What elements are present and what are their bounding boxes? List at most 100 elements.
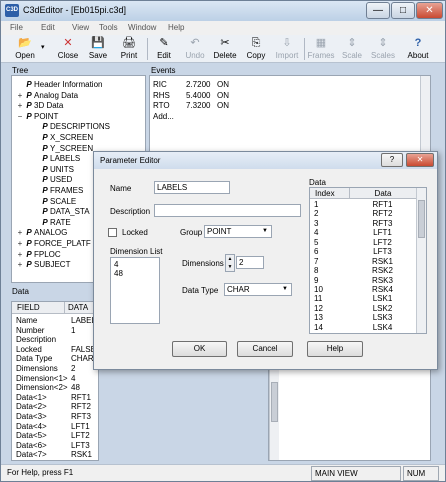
locked-label: Locked	[122, 228, 148, 237]
expand-toggle-icon[interactable]: +	[16, 250, 24, 261]
undo-icon: ↶	[190, 37, 200, 49]
import-icon: ⇩	[282, 37, 292, 49]
expand-toggle-icon[interactable]: +	[16, 101, 24, 112]
dimensions-field[interactable]: 2	[236, 256, 264, 269]
group-select[interactable]: POINT ▼	[204, 225, 272, 238]
data-grid-header: FIELD DATA	[12, 302, 98, 314]
data-column-header[interactable]: Data	[349, 188, 416, 199]
menu-edit[interactable]: Edit	[41, 23, 55, 32]
parameter-icon: P	[26, 228, 32, 238]
dialog-data-row[interactable]: 6 LFT3	[310, 247, 416, 256]
copy-label: Copy	[246, 51, 266, 60]
expand-toggle-icon[interactable]: +	[16, 260, 24, 271]
delete-button[interactable]: ✂ Delete	[210, 36, 240, 62]
expand-toggle-icon[interactable]: +	[16, 228, 24, 239]
data-type-select[interactable]: CHAR ▼	[224, 283, 292, 296]
index-cell: 13	[314, 313, 323, 323]
dialog-data-row[interactable]: 10 RSK4	[310, 285, 416, 294]
tree-item[interactable]: P X_SCREEN	[16, 133, 141, 144]
menu-window[interactable]: Window	[128, 23, 156, 32]
dialog-data-row[interactable]: 2 RFT2	[310, 209, 416, 218]
event-time: 2.7200	[186, 80, 211, 89]
tree-item[interactable]: P DESCRIPTIONS	[16, 122, 141, 133]
field-cell: Name	[16, 316, 38, 325]
save-button[interactable]: 💾 Save	[83, 36, 113, 62]
expand-toggle-icon[interactable]: +	[16, 239, 24, 250]
dialog-data-row[interactable]: 14 LSK4	[310, 323, 416, 332]
menu-file[interactable]: File	[10, 23, 23, 32]
dialog-title-bar[interactable]: Parameter Editor ? ✕	[94, 152, 437, 169]
ok-button[interactable]: OK	[172, 341, 227, 357]
index-cell: 3	[314, 218, 319, 228]
data-column-header[interactable]: DATA	[64, 302, 88, 314]
parameter-icon: P	[26, 101, 32, 111]
close-window-button[interactable]: ✕	[416, 2, 443, 19]
dialog-data-row[interactable]: 3 RFT3	[310, 219, 416, 228]
locked-checkbox[interactable]	[108, 228, 117, 237]
index-column-header[interactable]: Index	[315, 189, 335, 198]
import-label: Import	[275, 51, 299, 60]
menu-help[interactable]: Help	[168, 23, 184, 32]
dimension-list[interactable]: 4 48	[110, 257, 160, 324]
import-button[interactable]: ⇩ Import	[272, 36, 302, 62]
tree-item-label: RATE	[50, 217, 71, 227]
pencil-icon: ✎	[159, 37, 169, 49]
maximize-button[interactable]: □	[391, 2, 415, 19]
expand-toggle-icon[interactable]: +	[16, 91, 24, 102]
copy-button[interactable]: ⎘ Copy	[241, 36, 271, 62]
tree-item[interactable]: − P POINT	[16, 112, 141, 123]
dialog-data-row[interactable]: 9 RSK3	[310, 276, 416, 285]
dialog-data-row[interactable]: 11 LSK1	[310, 294, 416, 303]
dialog-close-button[interactable]: ✕	[406, 153, 434, 167]
open-button[interactable]: 📂 Open	[10, 36, 40, 62]
dialog-data-row[interactable]: 12 LSK2	[310, 304, 416, 313]
dialog-data-row[interactable]: 5 LFT2	[310, 238, 416, 247]
field-column-header[interactable]: FIELD	[17, 303, 40, 312]
title-bar[interactable]: C3D C3dEditor - [Eb015pi.c3d] — □ ✕	[1, 1, 445, 21]
tree-item-label: LABELS	[50, 154, 81, 164]
about-button[interactable]: ? About	[403, 36, 433, 62]
menu-tools[interactable]: Tools	[99, 23, 118, 32]
scales-button[interactable]: ⇕ Scales	[368, 36, 398, 62]
minimize-button[interactable]: —	[366, 2, 390, 19]
tree-item-label: 3D Data	[34, 101, 64, 111]
data-cell: LFT1	[71, 421, 90, 431]
close-icon: ✕	[63, 37, 73, 49]
dialog-data-row[interactable]: 8 RSK2	[310, 266, 416, 275]
expand-toggle-icon[interactable]: −	[16, 112, 24, 123]
menu-view[interactable]: View	[72, 23, 89, 32]
dimension-list-item[interactable]: 4	[114, 260, 156, 269]
cancel-button[interactable]: Cancel	[237, 341, 293, 357]
dialog-data-row[interactable]: 4 LFT1	[310, 228, 416, 237]
dialog-help-button[interactable]: ?	[381, 153, 403, 167]
status-num: NUM	[403, 466, 439, 481]
name-field[interactable]: LABELS	[154, 181, 230, 194]
undo-button[interactable]: ↶ Undo	[180, 36, 210, 62]
toolbar: 📂 Open ▾ ✕ Close 💾 Save 🖨 Print ✎ Edit ↶ Undo …	[1, 35, 445, 63]
help-icon: ?	[414, 37, 422, 49]
scroll-thumb[interactable]	[418, 200, 425, 238]
edit-button[interactable]: ✎ Edit	[149, 36, 179, 62]
index-cell: 14	[314, 322, 323, 332]
close-file-button[interactable]: ✕ Close	[53, 36, 83, 62]
open-dropdown-arrow-icon[interactable]: ▾	[41, 43, 45, 51]
print-button[interactable]: 🖨 Print	[114, 36, 144, 62]
help-button[interactable]: Help	[307, 341, 363, 357]
field-cell: Data<2>	[16, 402, 47, 412]
parameter-icon: P	[42, 143, 48, 153]
dialog-data-row[interactable]: 7 RSK1	[310, 257, 416, 266]
description-field[interactable]	[154, 204, 301, 217]
dimension-list-item[interactable]: 48	[114, 269, 156, 278]
scroll-thumb[interactable]	[271, 382, 278, 422]
dialog-data-table: Index Data 1 RFT1 2 RFT2 3 RFT3 4 LFT1 5 LFT2 6 LFT…	[309, 187, 427, 334]
dimensions-spinner[interactable]: ▲ ▼	[225, 254, 235, 272]
data-cell: 48	[71, 383, 80, 393]
dialog-data-row[interactable]: 1 RFT1	[310, 200, 416, 209]
dialog-data-scrollbar[interactable]	[416, 188, 426, 333]
frames-button[interactable]: ▦ Frames	[306, 36, 336, 62]
tree-item[interactable]: + P Analog Data	[16, 91, 141, 102]
tree-item[interactable]: + P 3D Data	[16, 101, 141, 112]
tree-item[interactable]: P Header Information	[16, 80, 141, 91]
scale-button[interactable]: ⇕ Scale	[337, 36, 367, 62]
dialog-data-row[interactable]: 13 LSK3	[310, 313, 416, 322]
